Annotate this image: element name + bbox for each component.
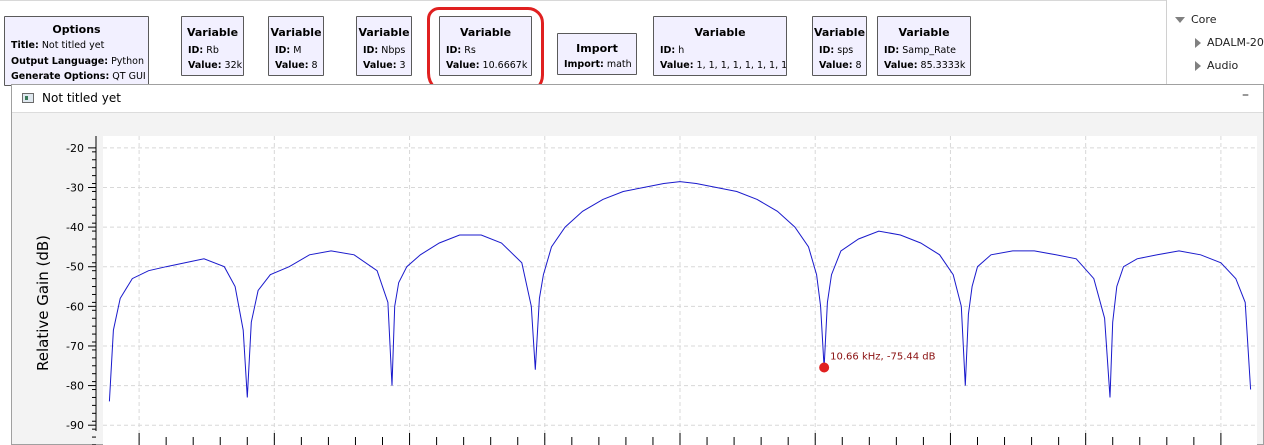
tree-label: Audio: [1207, 59, 1239, 72]
block-value: Nbps: [381, 45, 406, 56]
block-key: ID:: [363, 45, 379, 56]
import-block-math[interactable]: Import Import: math: [557, 33, 637, 75]
block-title: Variable: [813, 26, 866, 39]
tree-item-adalm[interactable]: ADALM-20: [1195, 36, 1264, 49]
y-tick-label: -30: [66, 182, 84, 195]
block-value: Rb: [206, 45, 219, 56]
y-tick-label: -90: [66, 419, 84, 432]
window-title: Not titled yet: [42, 91, 121, 105]
variable-block-m[interactable]: Variable ID: M Value: 8: [268, 16, 324, 76]
tree-item-core[interactable]: Core: [1175, 13, 1216, 26]
flowgraph-canvas[interactable]: Options Title: Not titled yet Output Lan…: [0, 0, 1166, 96]
block-value: 8: [311, 60, 318, 71]
block-value: 3: [399, 60, 406, 71]
window-titlebar[interactable]: Not titled yet –: [12, 85, 1263, 112]
block-key: ID:: [660, 45, 676, 56]
block-title: Variable: [694, 26, 746, 39]
block-value: h: [678, 45, 685, 56]
variable-block-sps[interactable]: Variable ID: sps Value: 8: [812, 16, 867, 76]
block-value: 32k: [224, 60, 243, 71]
block-library-tree[interactable]: Core ADALM-20 Audio: [1166, 0, 1264, 95]
tree-item-audio[interactable]: Audio: [1195, 59, 1238, 72]
block-key: ID:: [275, 45, 291, 56]
block-value: 1, 1, 1, 1, 1, 1, 1, 1: [696, 60, 786, 71]
block-value: math: [606, 59, 632, 70]
y-tick-label: -50: [66, 261, 84, 274]
y-tick-label: -40: [66, 221, 84, 234]
chevron-right-icon: [1195, 38, 1201, 48]
tree-label: ADALM-20: [1207, 36, 1264, 49]
options-block[interactable]: Options Title: Not titled yet Output Lan…: [4, 16, 149, 86]
block-value: 8: [855, 60, 862, 71]
block-value: 85.3333k: [920, 60, 966, 71]
frequency-response-plot[interactable]: -20 -30 -40 -50 -60 -70 -80 -90 Relative Gain (…: [12, 113, 1263, 445]
block-key: Value:: [275, 60, 309, 71]
block-value: sps: [837, 45, 854, 56]
chevron-down-icon: [1175, 17, 1185, 23]
block-title: Options: [52, 23, 101, 36]
block-key: Generate Options:: [11, 71, 110, 82]
variable-block-samp-rate[interactable]: Variable ID: Samp_Rate Value: 85.3333k: [877, 16, 971, 76]
block-value: Not titled yet: [41, 40, 105, 51]
qt-gui-window[interactable]: Not titled yet – -20 -30 -40 -50 -60 -70 -80 -9…: [11, 84, 1264, 445]
red-highlight-annotation: [427, 7, 544, 95]
block-value: Samp_Rate: [902, 45, 956, 56]
app-window-icon: [22, 93, 34, 103]
block-key: Title:: [11, 40, 39, 51]
minimize-button[interactable]: –: [1242, 87, 1249, 103]
marker-label: 10.66 kHz, -75.44 dB: [830, 352, 935, 363]
variable-block-rb[interactable]: Variable ID: Rb Value: 32k: [181, 16, 244, 76]
block-key: Value:: [884, 60, 918, 71]
block-title: Variable: [186, 26, 239, 39]
block-title: Variable: [898, 26, 950, 39]
y-axis-label: Relative Gain (dB): [34, 235, 52, 371]
block-key: Import:: [564, 59, 604, 70]
frequency-plot-frame[interactable]: -20 -30 -40 -50 -60 -70 -80 -90 Relative Gain (…: [12, 112, 1263, 445]
block-key: Value:: [660, 60, 694, 71]
block-value: Python: [111, 55, 145, 67]
block-key: ID:: [819, 45, 835, 56]
variable-block-h[interactable]: Variable ID: h Value: 1, 1, 1, 1, 1, 1, …: [653, 16, 787, 76]
y-tick-label: -20: [66, 142, 84, 155]
y-tick-label: -70: [66, 340, 84, 353]
block-key: Value:: [363, 60, 397, 71]
y-tick-label: -80: [66, 380, 84, 393]
variable-block-nbps[interactable]: Variable ID: Nbps Value: 3: [356, 16, 412, 76]
block-key: Value:: [188, 60, 222, 71]
block-value: QT GUI: [112, 71, 146, 82]
block-key: Output Language:: [11, 55, 109, 67]
chevron-right-icon: [1195, 61, 1201, 71]
y-axis-ticks: -20 -30 -40 -50 -60 -70 -80 -90: [66, 142, 96, 445]
block-value: M: [293, 45, 302, 56]
block-title: Import: [576, 42, 618, 55]
block-key: ID:: [884, 45, 900, 56]
tree-label: Core: [1191, 13, 1217, 26]
peak-marker[interactable]: [819, 362, 830, 373]
block-title: Variable: [270, 26, 322, 39]
y-tick-label: -60: [66, 300, 84, 313]
block-title: Variable: [358, 26, 410, 39]
block-key: Value:: [819, 60, 853, 71]
block-key: ID:: [188, 45, 204, 56]
